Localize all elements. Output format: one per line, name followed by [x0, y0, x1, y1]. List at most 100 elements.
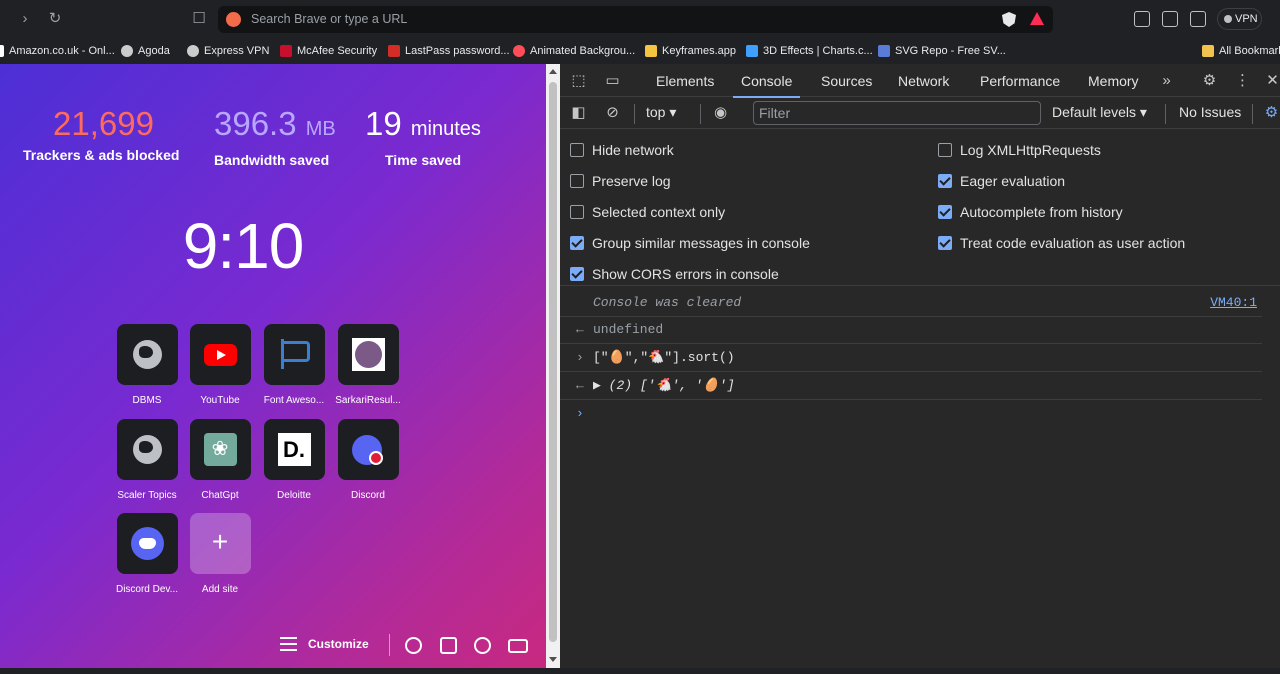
extensions-icon[interactable]: [1134, 11, 1150, 27]
new-tab-page: 21,699 Trackers & ads blocked 396.3 MB B…: [0, 64, 546, 668]
globe-icon: [132, 340, 162, 369]
inspect-element-icon[interactable]: ⬚: [570, 72, 587, 89]
bookmark-item[interactable]: Agoda: [121, 42, 170, 60]
device-toolbar-icon[interactable]: ▭: [604, 72, 621, 89]
checkbox-hide-network[interactable]: Hide network: [570, 141, 674, 161]
stat-time-unit: minutes: [410, 118, 481, 140]
checkbox-checked[interactable]: [570, 267, 584, 281]
checkbox-checked[interactable]: [938, 236, 952, 250]
customize-button[interactable]: Customize: [280, 635, 369, 653]
more-tabs-icon[interactable]: »: [1158, 72, 1175, 89]
history-icon[interactable]: [474, 637, 491, 654]
bookmark-icon[interactable]: ☐: [190, 10, 208, 28]
console-array-result[interactable]: ▶ (2) ['🐔', '🥚']: [593, 373, 735, 399]
brave-shields-icon[interactable]: [1002, 12, 1016, 27]
bookmark-item[interactable]: Express VPN: [187, 42, 269, 60]
checkbox-autocomplete[interactable]: Autocomplete from history: [938, 203, 1123, 223]
top-site-tile[interactable]: SarkariResul...: [331, 324, 405, 406]
filter-input[interactable]: Filter: [753, 101, 1041, 125]
tile-label: Discord: [351, 490, 385, 501]
tab-elements[interactable]: Elements: [656, 64, 714, 97]
discord-icon: [351, 435, 383, 465]
scrollbar-thumb[interactable]: [549, 82, 557, 642]
forward-icon[interactable]: ›: [16, 10, 34, 28]
checkbox-checked[interactable]: [570, 236, 584, 250]
bookmark-favicon-icon: [878, 45, 890, 57]
checkbox[interactable]: [570, 174, 584, 188]
all-bookmarks[interactable]: All Bookmarks: [1202, 42, 1280, 60]
checkbox-eager-eval[interactable]: Eager evaluation: [938, 172, 1065, 192]
reload-icon[interactable]: ↻: [46, 10, 64, 28]
clear-console-icon[interactable]: ⊘: [604, 104, 621, 121]
checkbox[interactable]: [938, 143, 952, 157]
result-arrow-icon: ←: [576, 322, 584, 337]
deloitte-icon: D.: [277, 433, 311, 466]
checkbox[interactable]: [570, 143, 584, 157]
tile-label: DBMS: [132, 395, 162, 406]
address-bar[interactable]: Search Brave or type a URL: [218, 6, 1053, 33]
console-prompt[interactable]: ›: [560, 401, 1262, 428]
checkbox-group-similar[interactable]: Group similar messages in console: [570, 234, 810, 254]
checkbox-checked[interactable]: [938, 205, 952, 219]
scroll-up-icon[interactable]: [549, 69, 557, 74]
checkbox-preserve-log[interactable]: Preserve log: [570, 172, 671, 192]
console-settings-icon[interactable]: ⚙: [1263, 104, 1280, 121]
bookmark-item[interactable]: Amazon.co.uk - Onl...: [0, 42, 115, 60]
gear-icon[interactable]: [405, 637, 422, 654]
source-link[interactable]: VM40:1: [1210, 290, 1257, 316]
bookmarks-icon[interactable]: [440, 637, 457, 654]
top-site-tile[interactable]: YouTube: [183, 324, 257, 406]
tab-sources[interactable]: Sources: [821, 64, 872, 97]
tile-label: ChatGpt: [201, 490, 239, 501]
bookmark-item[interactable]: McAfee Security: [280, 42, 377, 60]
checkbox-selected-context[interactable]: Selected context only: [570, 203, 725, 223]
bookmark-item[interactable]: 3D Effects | Charts.c...: [746, 42, 873, 60]
log-levels-select[interactable]: Default levels ▾: [1052, 104, 1147, 121]
divider: [700, 104, 701, 124]
scroll-down-icon[interactable]: [549, 657, 557, 662]
tab-performance[interactable]: Performance: [980, 64, 1060, 97]
chatgpt-icon: ❀: [203, 433, 237, 466]
add-site-tile[interactable]: + Add site: [183, 513, 257, 595]
tile-label: Deloitte: [277, 490, 311, 501]
top-site-tile[interactable]: D. Deloitte: [257, 419, 331, 501]
tab-console[interactable]: Console: [732, 64, 801, 98]
top-site-tile[interactable]: DBMS: [110, 324, 184, 406]
context-select[interactable]: top ▾: [646, 104, 676, 121]
tile-label: Scaler Topics: [117, 490, 177, 501]
tab-memory[interactable]: Memory: [1088, 64, 1139, 97]
top-site-tile[interactable]: ❀ ChatGpt: [183, 419, 257, 501]
stat-time: 19 minutes Time saved: [365, 104, 481, 168]
sidebar-icon[interactable]: [1162, 11, 1178, 27]
close-icon[interactable]: ✕: [1264, 72, 1280, 89]
video-call-icon[interactable]: [508, 639, 528, 653]
vpn-button[interactable]: VPN: [1217, 8, 1262, 30]
wallet-icon[interactable]: [1190, 11, 1206, 27]
top-site-tile[interactable]: Scaler Topics: [110, 419, 184, 501]
bookmark-item[interactable]: Keyframes.app: [645, 42, 736, 60]
bookmark-item[interactable]: LastPass password...: [388, 42, 510, 60]
top-site-tile[interactable]: Font Aweso...: [257, 324, 331, 406]
plus-icon: +: [211, 526, 229, 557]
tile-label: Add site: [201, 584, 239, 595]
eye-icon[interactable]: ◉: [712, 104, 729, 121]
sidebar-toggle-icon[interactable]: ◧: [570, 104, 587, 121]
checkbox-user-action[interactable]: Treat code evaluation as user action: [938, 234, 1185, 254]
checkbox[interactable]: [570, 205, 584, 219]
bookmark-item[interactable]: SVG Repo - Free SV...: [878, 42, 1006, 60]
checkbox-log-xhr[interactable]: Log XMLHttpRequests: [938, 141, 1101, 161]
top-site-tile[interactable]: Discord: [331, 419, 405, 501]
bookmark-favicon-icon: [121, 45, 133, 57]
issues-button[interactable]: No Issues: [1179, 104, 1241, 120]
tile-label: Discord Dev...: [115, 584, 179, 595]
brave-rewards-icon[interactable]: [1030, 12, 1044, 25]
checkbox-cors-errors[interactable]: Show CORS errors in console: [570, 265, 779, 285]
brave-shield-icon[interactable]: [226, 12, 241, 27]
bookmark-item[interactable]: Animated Backgrou...: [513, 42, 635, 60]
gear-icon[interactable]: ⚙: [1201, 72, 1218, 89]
checkbox-checked[interactable]: [938, 174, 952, 188]
tab-network[interactable]: Network: [898, 64, 949, 97]
top-site-tile[interactable]: Discord Dev...: [110, 513, 184, 595]
page-scrollbar[interactable]: [546, 64, 560, 668]
more-options-icon[interactable]: ⋮: [1234, 72, 1251, 89]
